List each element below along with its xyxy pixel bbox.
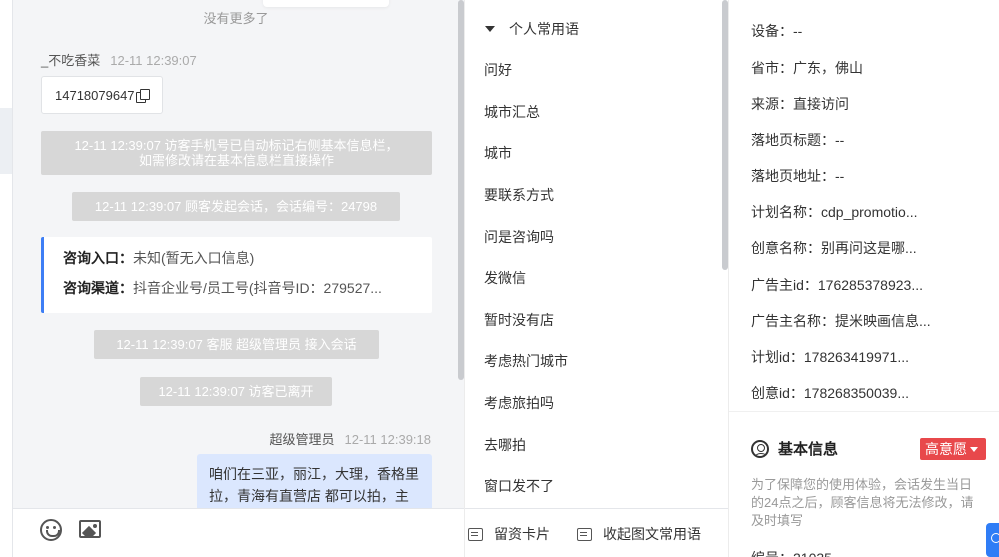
phrase-item[interactable]: 窗口发不了: [484, 476, 554, 496]
field-province-city: 省市：广东，佛山: [751, 60, 863, 76]
visitor-sender-line: _不吃香菜 12-11 12:39:07: [41, 50, 197, 69]
phrase-item[interactable]: 城市: [484, 143, 512, 163]
visitor-info-panel: 设备：-- 省市：广东，佛山 来源：直接访问 落地页标题：-- 落地页地址：--…: [729, 0, 999, 557]
field-device: 设备：--: [751, 23, 803, 39]
chat-panel: 没有更多了 _不吃香菜 12-11 12:39:07 14718079647 12…: [12, 0, 465, 557]
field-plan-name: 计划名称：cdp_promotio...: [751, 204, 918, 220]
phrase-group-header[interactable]: 个人常用语: [485, 19, 579, 39]
collapse-tab[interactable]: [0, 108, 12, 174]
emoji-icon[interactable]: [40, 519, 62, 541]
common-phrases-panel: 个人常用语 问好 城市汇总 城市 要联系方式 问是咨询吗 发微信 暂时没有店 考…: [464, 0, 729, 557]
channel-label: 咨询渠道：: [63, 280, 133, 296]
system-message-line: 12-11 12:39:07 访客手机号已自动标记右侧基本信息栏，: [74, 138, 399, 153]
lead-card-button[interactable]: 留资卡片: [468, 524, 550, 544]
caret-down-icon: [485, 26, 495, 32]
intent-level-dropdown[interactable]: 高意愿: [920, 438, 986, 460]
field-number: 编号：21035: [751, 548, 832, 557]
field-landing-url: 落地页地址：--: [751, 168, 845, 184]
visitor-message-time: 12-11 12:39:07: [110, 53, 197, 68]
collapse-rich-phrases-label: 收起图文常用语: [603, 526, 701, 542]
phrase-item[interactable]: 考虑旅拍吗: [484, 393, 554, 413]
system-message-agent-joined: 12-11 12:39:07 客服 超级管理员 接入会话: [94, 330, 379, 359]
system-message-phone-marked: 12-11 12:39:07 访客手机号已自动标记右侧基本信息栏， 如需修改请在…: [41, 131, 432, 175]
phrases-scrollbar[interactable]: [722, 0, 728, 270]
phrase-item[interactable]: 发微信: [484, 268, 526, 288]
edit-deadline-notice: 为了保障您的使用体验，会话发生当日的24点之后，顾客信息将无法修改，请及时填写: [751, 477, 974, 528]
message-list-icon: [577, 527, 592, 541]
consult-entry-card: 咨询入口：未知(暂无入口信息) 咨询渠道：抖音企业号/员工号(抖音号ID：279…: [41, 237, 432, 313]
agent-message-bubble: 咱们在三亚，丽江，大理，香格里拉，青海有直营店 都可以拍，主要了解哪个城市的呢？…: [197, 454, 432, 508]
phone-number[interactable]: 14718079647: [55, 88, 135, 103]
basic-info-header: 基本信息: [751, 438, 838, 459]
system-message-session-started: 12-11 12:39:07 顾客发起会话，会话编号：24798: [72, 192, 400, 221]
system-message-line: 如需修改请在基本信息栏直接操作: [138, 153, 334, 168]
left-strip: [0, 0, 12, 557]
channel-row: 咨询渠道：抖音企业号/员工号(抖音号ID：279527...: [63, 279, 432, 297]
phrase-item[interactable]: 要联系方式: [484, 185, 554, 205]
popover-edge: [263, 0, 389, 7]
phrase-item[interactable]: 考虑热门城市: [484, 351, 568, 371]
field-advertiser-id: 广告主id：176285378923...: [751, 277, 923, 293]
phrase-item[interactable]: 城市汇总: [484, 102, 540, 122]
entry-row: 咨询入口：未知(暂无入口信息): [63, 249, 432, 267]
section-divider: [729, 411, 999, 412]
lead-card-label: 留资卡片: [494, 526, 550, 542]
field-advertiser-name: 广告主名称：提米映画信息...: [751, 313, 931, 329]
agent-sender-line: 超级管理员 12-11 12:39:18: [269, 429, 431, 448]
field-creative-name: 创意名称：别再问这是哪...: [751, 240, 917, 256]
entry-value: 未知(暂无入口信息): [133, 250, 255, 266]
no-more-text: 没有更多了: [203, 11, 269, 26]
channel-value: 抖音企业号/员工号(抖音号ID：279527...: [133, 280, 382, 296]
phrases-footer: 留资卡片 收起图文常用语: [465, 508, 728, 557]
phrase-item[interactable]: 去哪拍: [484, 435, 526, 455]
floating-assist-button[interactable]: [986, 523, 999, 557]
visitor-name: _不吃香菜: [41, 53, 101, 68]
basic-info-title: 基本信息: [778, 441, 839, 458]
entry-label: 咨询入口：: [63, 250, 133, 266]
phrase-item[interactable]: 问好: [484, 60, 512, 80]
copy-icon[interactable]: [135, 88, 150, 103]
composer-toolbar: [13, 508, 465, 557]
field-source: 来源：直接访问: [751, 96, 849, 112]
field-landing-title: 落地页标题：--: [751, 132, 845, 148]
field-creative-id: 创意id：178268350039...: [751, 385, 909, 401]
image-icon[interactable]: [79, 520, 101, 538]
message-list[interactable]: 没有更多了 _不吃香菜 12-11 12:39:07 14718079647 12…: [13, 0, 465, 508]
phone-message-bubble: 14718079647: [41, 76, 163, 114]
message-card-icon: [468, 527, 483, 541]
phrase-group-title: 个人常用语: [509, 21, 579, 37]
caret-down-icon: [970, 446, 978, 452]
phrase-item[interactable]: 问是咨询吗: [484, 227, 554, 247]
user-icon: [751, 439, 769, 458]
agent-name: 超级管理员: [269, 432, 335, 447]
intent-level-label: 高意愿: [925, 441, 967, 457]
collapse-rich-phrases-button[interactable]: 收起图文常用语: [577, 524, 701, 544]
system-message-visitor-left: 12-11 12:39:07 访客已离开: [140, 377, 332, 406]
field-plan-id: 计划id：178263419971...: [751, 349, 909, 365]
phrase-item[interactable]: 暂时没有店: [484, 310, 554, 330]
agent-message-time: 12-11 12:39:18: [344, 432, 432, 447]
